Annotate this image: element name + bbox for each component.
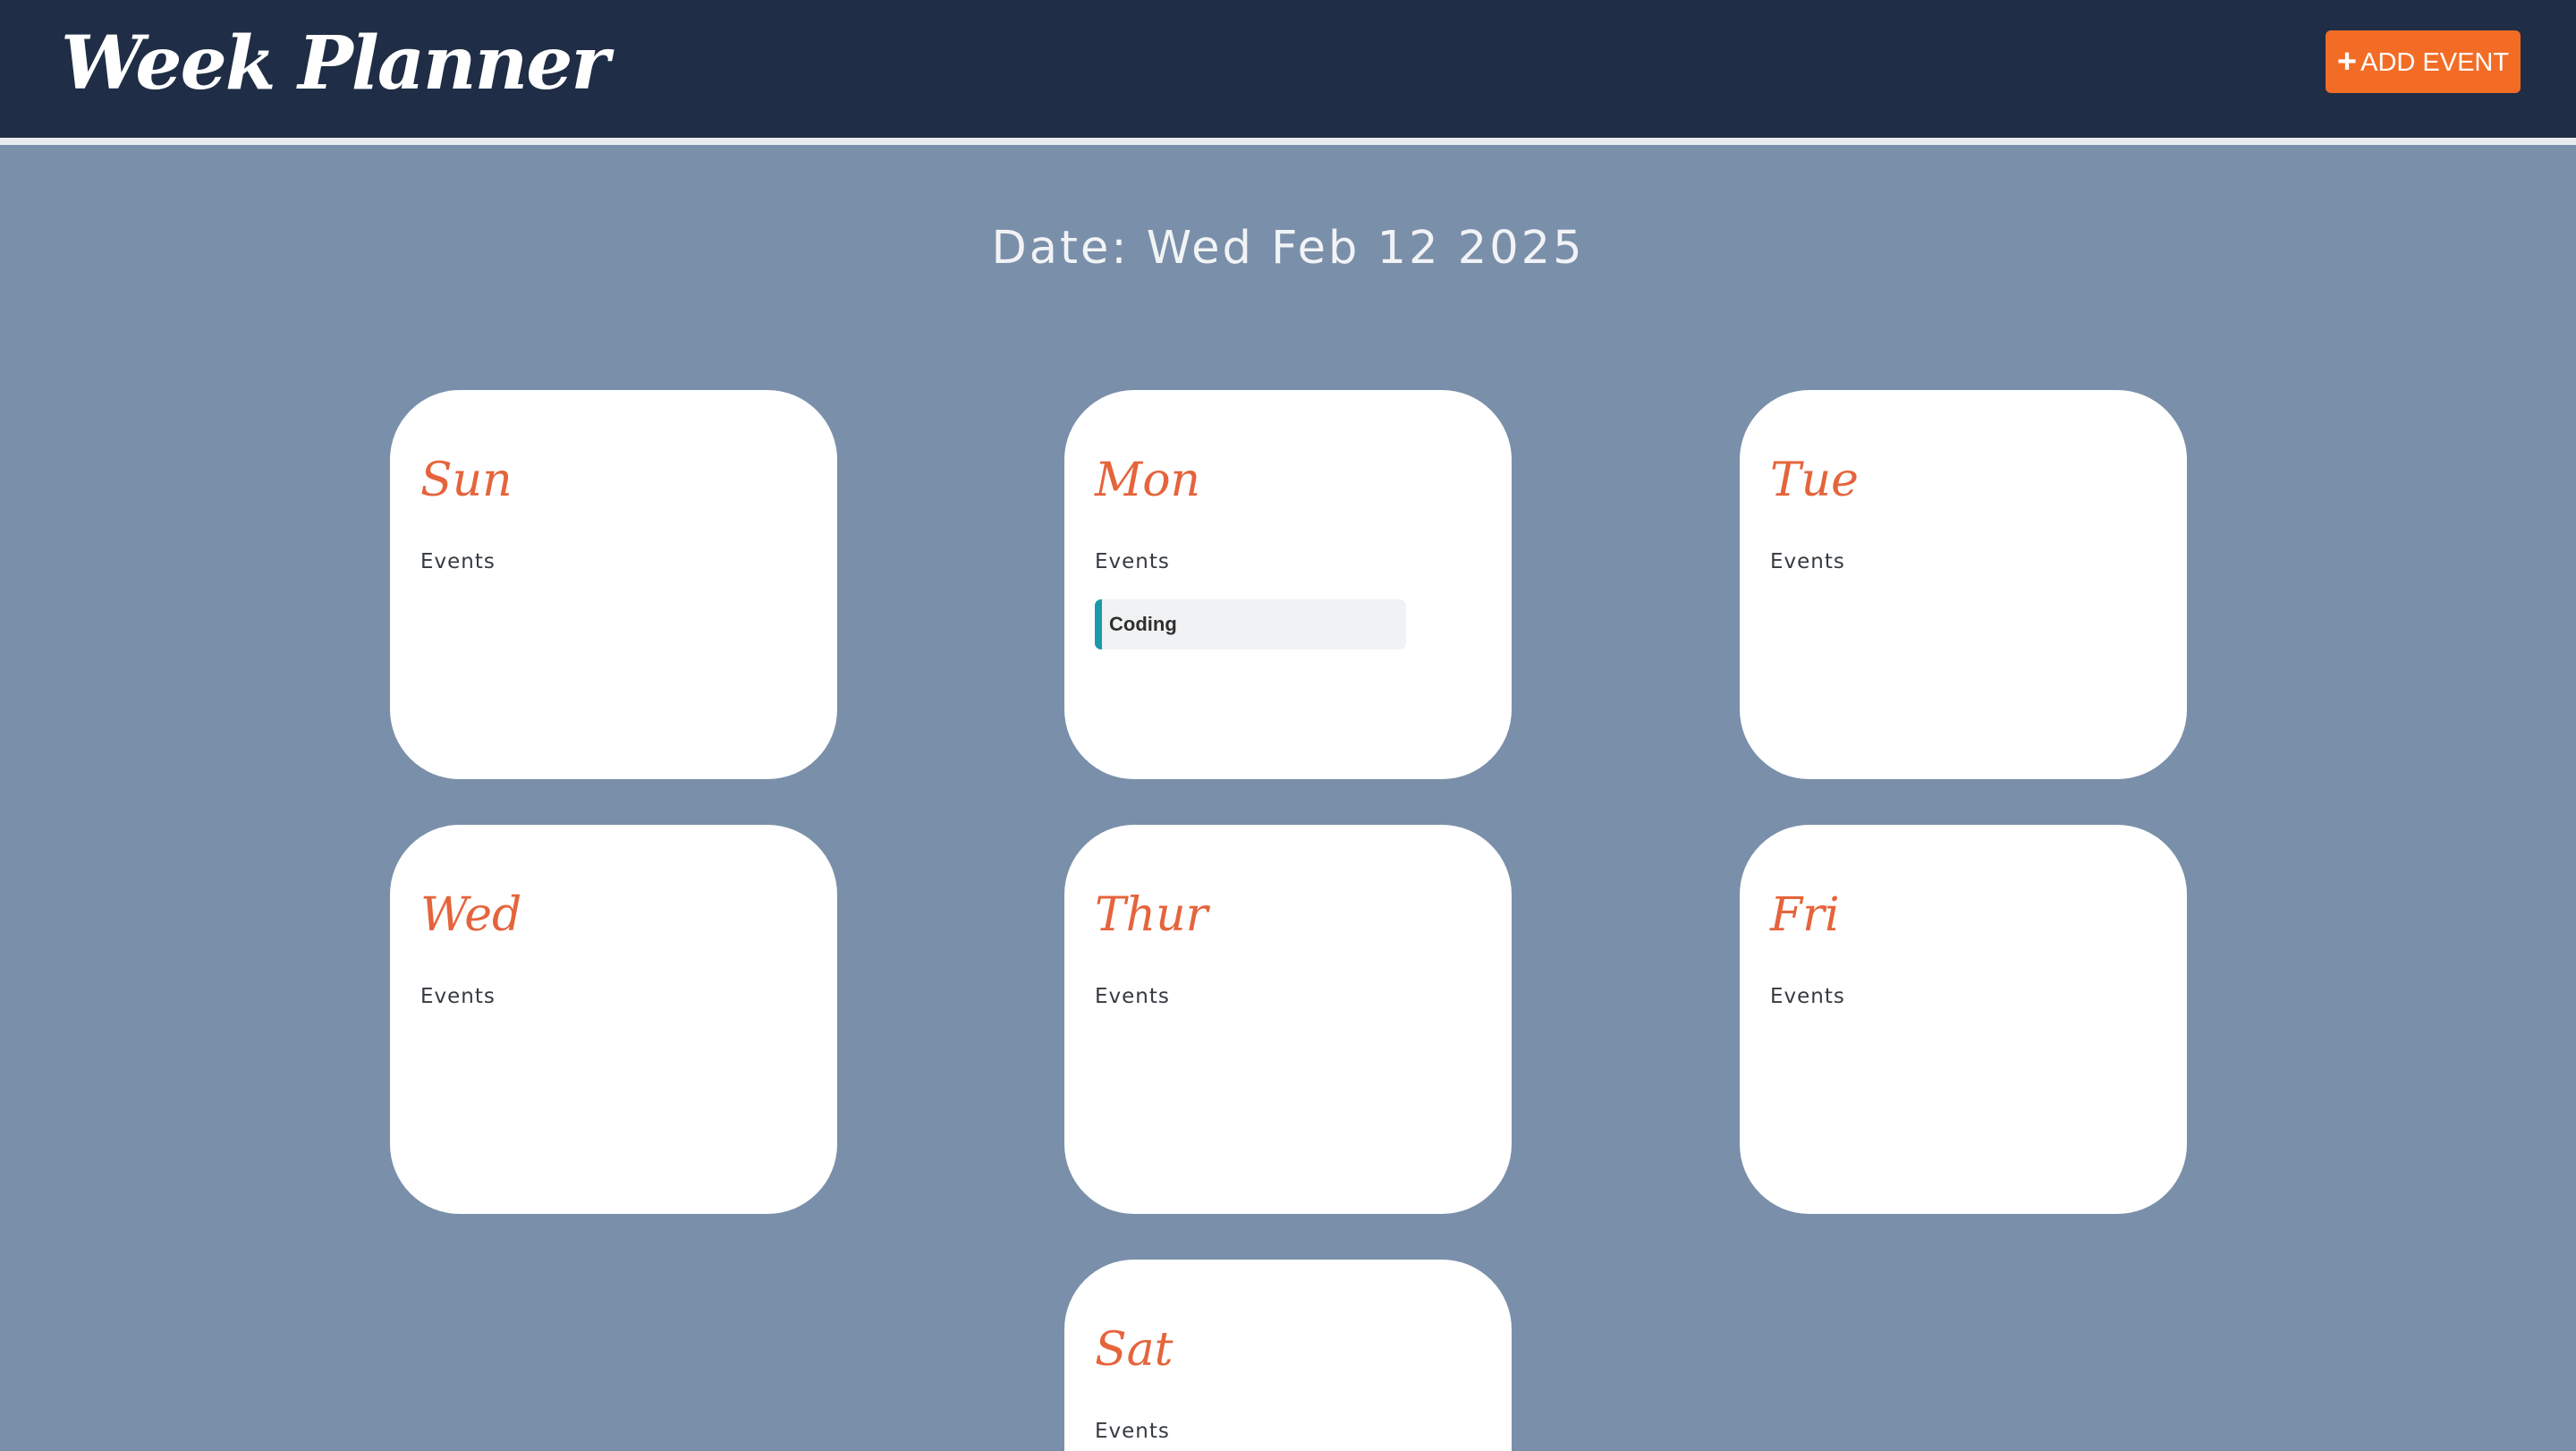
plus-icon: +: [2336, 43, 2358, 81]
events-label: Events: [1095, 1420, 1170, 1443]
add-event-label: ADD EVENT: [2360, 48, 2510, 77]
app-header: Week Planner + ADD EVENT: [0, 0, 2576, 145]
event-item-coding[interactable]: Coding: [1095, 599, 1406, 649]
day-name: Wed: [420, 888, 522, 942]
day-card-sat[interactable]: Sat Events: [1064, 1260, 1512, 1451]
events-label: Events: [1095, 550, 1170, 573]
events-label: Events: [1095, 985, 1170, 1008]
day-card-tue[interactable]: Tue Events: [1740, 390, 2187, 779]
day-name: Tue: [1770, 454, 1859, 507]
events-label: Events: [1770, 550, 1845, 573]
day-name: Sun: [420, 454, 513, 507]
app-title: Week Planner: [61, 21, 610, 106]
day-card-fri[interactable]: Fri Events: [1740, 825, 2187, 1214]
events-label: Events: [420, 985, 496, 1008]
day-name: Fri: [1770, 888, 1840, 942]
day-name: Mon: [1095, 454, 1201, 507]
day-card-thur[interactable]: Thur Events: [1064, 825, 1512, 1214]
events-label: Events: [420, 550, 496, 573]
events-label: Events: [1770, 985, 1845, 1008]
day-card-sun[interactable]: Sun Events: [390, 390, 837, 779]
current-date: Date: Wed Feb 12 2025: [991, 222, 1585, 275]
day-name: Sat: [1095, 1323, 1174, 1377]
day-card-mon[interactable]: Mon Events Coding: [1064, 390, 1512, 779]
add-event-button[interactable]: + ADD EVENT: [2326, 30, 2521, 93]
day-card-wed[interactable]: Wed Events: [390, 825, 837, 1214]
day-name: Thur: [1095, 888, 1208, 942]
